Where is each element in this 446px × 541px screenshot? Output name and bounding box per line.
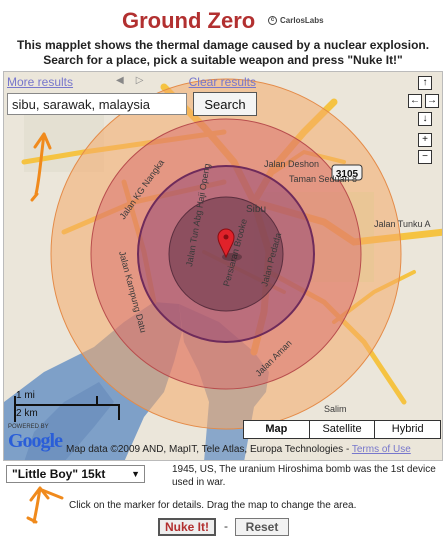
copyright-icon: c	[268, 16, 277, 25]
pan-up-icon[interactable]: ↑	[418, 76, 432, 90]
search-links: More results ◀▷ Clear results	[6, 74, 258, 90]
map-viewport[interactable]: 3105 Jalan KG Nangka Jalan Deshon Taman …	[3, 71, 443, 461]
search-button[interactable]: Search	[193, 92, 257, 116]
map-type-hybrid[interactable]: Hybrid	[375, 421, 440, 438]
prev-result-icon[interactable]: ◀	[116, 75, 136, 86]
chevron-down-icon[interactable]: ▼	[131, 466, 140, 482]
weapon-select[interactable]: "Little Boy" 15kt ▼	[6, 465, 145, 483]
street-label: Taman Seduan 8	[289, 174, 357, 184]
terms-of-use-link[interactable]: Terms of Use	[352, 444, 411, 455]
scale-km: 2 km	[16, 408, 38, 419]
scale-miles: 1 mi	[16, 390, 35, 401]
attribution-text: Map data ©2009 AND, MapIT, Tele Atlas, E…	[66, 444, 352, 455]
reset-button[interactable]: Reset	[235, 518, 289, 536]
map-type-satellite[interactable]: Satellite	[310, 421, 376, 438]
description-line-1: This mapplet shows the thermal damage ca…	[16, 38, 430, 52]
brand: c CarlosLabs	[268, 16, 324, 25]
brand-label: CarlosLabs	[280, 16, 324, 25]
scale-bar: 1 mi 2 km	[12, 388, 122, 422]
weapon-description: 1945, US, The uranium Hiroshima bomb was…	[172, 464, 436, 488]
search-input[interactable]	[7, 93, 187, 115]
map-type-control: Map Satellite Hybrid	[243, 420, 441, 439]
place-label: Salim	[324, 404, 347, 414]
search-panel: More results ◀▷ Clear results Search	[6, 74, 258, 116]
weapon-selected-value: "Little Boy" 15kt	[12, 467, 106, 481]
usage-hint: Click on the marker for details. Drag th…	[69, 500, 357, 511]
map-type-map[interactable]: Map	[244, 421, 310, 438]
results-nav: ◀▷	[116, 75, 155, 86]
button-separator: -	[224, 519, 228, 533]
zoom-in-icon[interactable]: +	[418, 133, 432, 147]
clear-results-link[interactable]: Clear results	[189, 75, 256, 89]
zoom-out-icon[interactable]: −	[418, 150, 432, 164]
annotation-arrow	[26, 486, 64, 524]
google-logo: Google	[8, 430, 63, 452]
street-label: Jalan Tunku A	[374, 219, 431, 229]
app-title: Ground Zero	[122, 8, 256, 33]
more-results-link[interactable]: More results	[7, 75, 73, 89]
header: Ground Zero c CarlosLabs This mapplet sh…	[0, 0, 446, 70]
description-line-2: Search for a place, pick a suitable weap…	[43, 53, 403, 67]
pan-left-icon[interactable]: ←	[408, 94, 422, 108]
place-label: Sibu	[246, 204, 266, 215]
next-result-icon[interactable]: ▷	[136, 75, 156, 86]
pan-down-icon[interactable]: ↓	[418, 112, 432, 126]
nuke-it-button[interactable]: Nuke It!	[158, 518, 216, 536]
pan-right-icon[interactable]: →	[425, 94, 439, 108]
street-label: Jalan Deshon	[264, 159, 319, 169]
map-attribution: Map data ©2009 AND, MapIT, Tele Atlas, E…	[66, 444, 411, 455]
